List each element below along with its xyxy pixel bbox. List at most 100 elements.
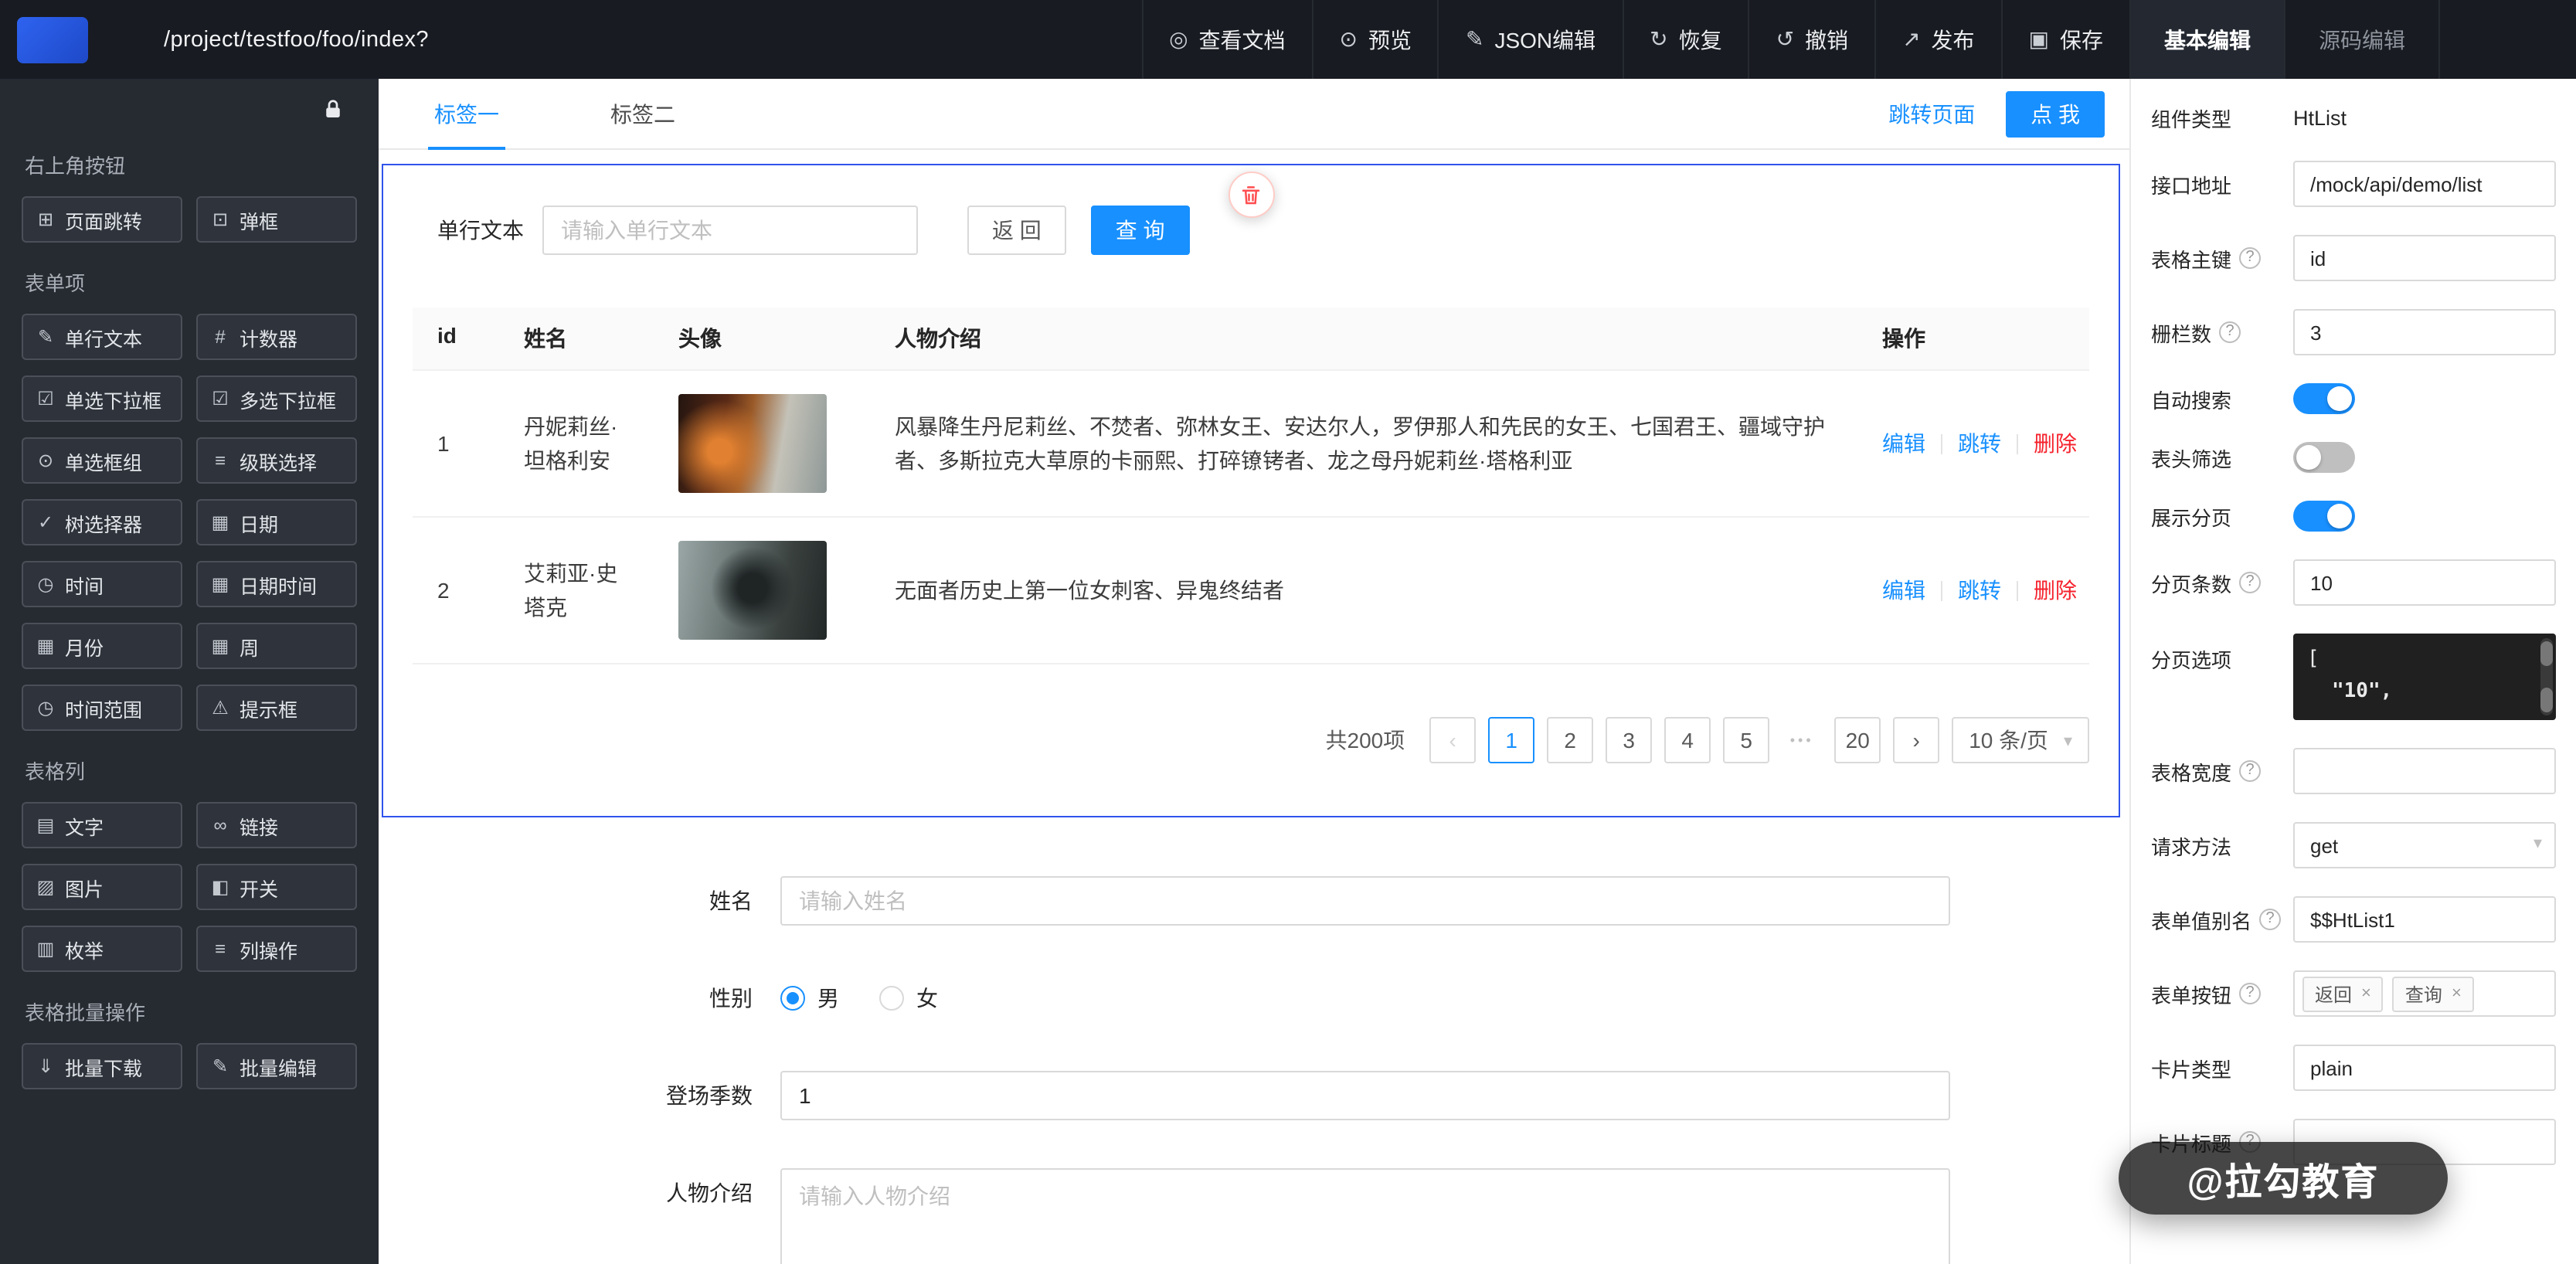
publish-button[interactable]: ↗ 发布 [1874, 0, 2000, 79]
intro-field[interactable] [780, 1168, 1950, 1264]
sidebar-item-month[interactable]: ▦ 月份 [22, 623, 182, 669]
sidebar-item-switch-column[interactable]: ◧ 开关 [196, 864, 357, 910]
row-key-input[interactable] [2293, 235, 2556, 281]
table-row: 1 丹妮莉丝·坦格利安 风暴降生丹尼莉丝、不焚者、弥林女王、安达尔人，罗伊那人和… [413, 371, 2089, 518]
json-edit-button[interactable]: ✎ JSON编辑 [1438, 0, 1622, 79]
sidebar-item-date[interactable]: ▦ 日期 [196, 499, 357, 545]
sidebar-item-batch-edit[interactable]: ✎ 批量编辑 [196, 1043, 357, 1089]
pagination-next-button[interactable]: › [1893, 717, 1939, 763]
help-icon[interactable] [2239, 572, 2261, 593]
api-url-input[interactable] [2293, 161, 2556, 207]
sidebar-item-week[interactable]: ▦ 周 [196, 623, 357, 669]
data-table: id 姓名 头像 人物介绍 操作 1 丹妮莉丝·坦格利安 风暴降生丹尼莉丝、不焚… [413, 308, 2089, 664]
sidebar-item-single-select[interactable]: ☑ 单选下拉框 [22, 375, 182, 422]
card-type-input[interactable] [2293, 1045, 2556, 1091]
editor-mode-tabs: 基本编辑 源码编辑 [2129, 0, 2576, 79]
sidebar-item-label: 文字 [65, 810, 104, 840]
help-icon[interactable] [2259, 909, 2281, 930]
table-width-input[interactable] [2293, 748, 2556, 794]
help-icon[interactable] [2239, 760, 2261, 782]
help-icon[interactable] [2239, 247, 2261, 269]
sidebar-item-column-actions[interactable]: ≡ 列操作 [196, 926, 357, 972]
restore-label: 恢复 [1679, 24, 1722, 55]
season-field[interactable] [780, 1071, 1950, 1120]
help-icon[interactable] [2239, 983, 2261, 1004]
sidebar-item-batch-download[interactable]: ⇓ 批量下载 [22, 1043, 182, 1089]
sidebar-item-time[interactable]: ◷ 时间 [22, 561, 182, 607]
sidebar-item-enum-column[interactable]: ▥ 枚举 [22, 926, 182, 972]
tag-query[interactable]: 查询 [2393, 976, 2474, 1011]
back-button[interactable]: 返 回 [967, 206, 1066, 255]
auto-search-toggle[interactable] [2293, 383, 2355, 414]
form-buttons-tag-input[interactable]: 返回 查询 [2293, 970, 2556, 1017]
edit-link[interactable]: 编辑 [1882, 431, 1925, 456]
pagination-prev-button[interactable]: ‹ [1429, 717, 1476, 763]
grid-cols-input[interactable] [2293, 309, 2556, 355]
show-pagination-toggle[interactable] [2293, 501, 2355, 532]
jump-page-link[interactable]: 跳转页面 [1888, 98, 1975, 129]
jump-link[interactable]: 跳转 [1958, 431, 2001, 456]
delete-link[interactable]: 删除 [2034, 431, 2077, 456]
sidebar-item-tooltip-box[interactable]: ⚠ 提示框 [196, 685, 357, 731]
pagination-ellipsis[interactable]: ••• [1782, 732, 1822, 748]
pagination-page-3[interactable]: 3 [1606, 717, 1652, 763]
sidebar-item-cascader[interactable]: ≡ 级联选择 [196, 437, 357, 484]
radio-female[interactable]: 女 [879, 983, 938, 1014]
page-size-input[interactable] [2293, 559, 2556, 606]
sidebar-item-datetime[interactable]: ▦ 日期时间 [196, 561, 357, 607]
query-button[interactable]: 查 询 [1091, 206, 1190, 255]
time-icon: ◷ [36, 573, 56, 595]
save-button[interactable]: ▣ 保存 [2001, 0, 2129, 79]
sidebar-item-time-range[interactable]: ◷ 时间范围 [22, 685, 182, 731]
sidebar-item-label: 批量编辑 [240, 1052, 317, 1081]
delete-component-button[interactable] [1228, 172, 1274, 218]
pagination-page-4[interactable]: 4 [1664, 717, 1711, 763]
undo-button[interactable]: ↺ 撤销 [1748, 0, 1874, 79]
page-size-select[interactable]: 10 条/页 [1952, 717, 2089, 763]
delete-link[interactable]: 删除 [2034, 578, 2077, 603]
jump-link[interactable]: 跳转 [1958, 578, 2001, 603]
show-pagination-label: 展示分页 [2151, 501, 2293, 531]
edit-link[interactable]: 编辑 [1882, 578, 1925, 603]
preview-button[interactable]: ⊙ 预览 [1312, 0, 1438, 79]
sidebar-item-label: 开关 [240, 872, 278, 902]
name-field[interactable] [780, 876, 1950, 926]
form-value-alias-input[interactable] [2293, 896, 2556, 943]
help-icon[interactable] [2219, 321, 2241, 343]
request-method-value[interactable] [2293, 822, 2556, 868]
sidebar-item-link-column[interactable]: ∞ 链接 [196, 802, 357, 848]
sidebar-item-counter[interactable]: # 计数器 [196, 314, 357, 360]
header-filter-toggle[interactable] [2293, 442, 2355, 473]
pagination-page-20[interactable]: 20 [1834, 717, 1881, 763]
sidebar-item-page-jump[interactable]: ⊞ 页面跳转 [22, 196, 182, 243]
sidebar-item-text-column[interactable]: ▤ 文字 [22, 802, 182, 848]
sidebar-item-single-line-text[interactable]: ✎ 单行文本 [22, 314, 182, 360]
page-options-code-editor[interactable]: [ "10", [2293, 634, 2556, 720]
request-method-select[interactable] [2293, 822, 2556, 868]
tab-two[interactable]: 标签二 [604, 79, 681, 149]
pagination-page-1[interactable]: 1 [1488, 717, 1534, 763]
code-scrollbar[interactable] [2540, 638, 2553, 715]
radio-male[interactable]: 男 [780, 983, 839, 1014]
sidebar-item-modal[interactable]: ⊡ 弹框 [196, 196, 357, 243]
sidebar-item-multi-select[interactable]: ☑ 多选下拉框 [196, 375, 357, 422]
selected-component-panel[interactable]: 单行文本 返 回 查 询 id 姓名 头像 人物介绍 操作 1 [382, 164, 2120, 817]
code-line: [ [2307, 643, 2531, 675]
sidebar-item-image-column[interactable]: ▨ 图片 [22, 864, 182, 910]
app-logo[interactable] [17, 16, 88, 63]
lock-icon[interactable] [321, 97, 345, 122]
tag-back[interactable]: 返回 [2302, 976, 2384, 1011]
view-docs-button[interactable]: ◎ 查看文档 [1141, 0, 1311, 79]
sidebar-item-radio-group[interactable]: ⊙ 单选框组 [22, 437, 182, 484]
tab-one[interactable]: 标签一 [428, 79, 505, 149]
tab-basic-edit[interactable]: 基本编辑 [2129, 0, 2284, 79]
table-row: 2 艾莉亚·史塔克 无面者历史上第一位女刺客、异鬼终结者 编辑跳转删除 [413, 518, 2089, 664]
pagination-page-5[interactable]: 5 [1723, 717, 1769, 763]
form-buttons-label: 表单按钮 [2151, 979, 2293, 1008]
restore-button[interactable]: ↻ 恢复 [1622, 0, 1748, 79]
pagination-page-2[interactable]: 2 [1547, 717, 1593, 763]
tab-source-edit[interactable]: 源码编辑 [2284, 0, 2438, 79]
search-input[interactable] [542, 206, 918, 255]
click-me-button[interactable]: 点 我 [2006, 90, 2105, 137]
sidebar-item-tree-select[interactable]: ✓ 树选择器 [22, 499, 182, 545]
